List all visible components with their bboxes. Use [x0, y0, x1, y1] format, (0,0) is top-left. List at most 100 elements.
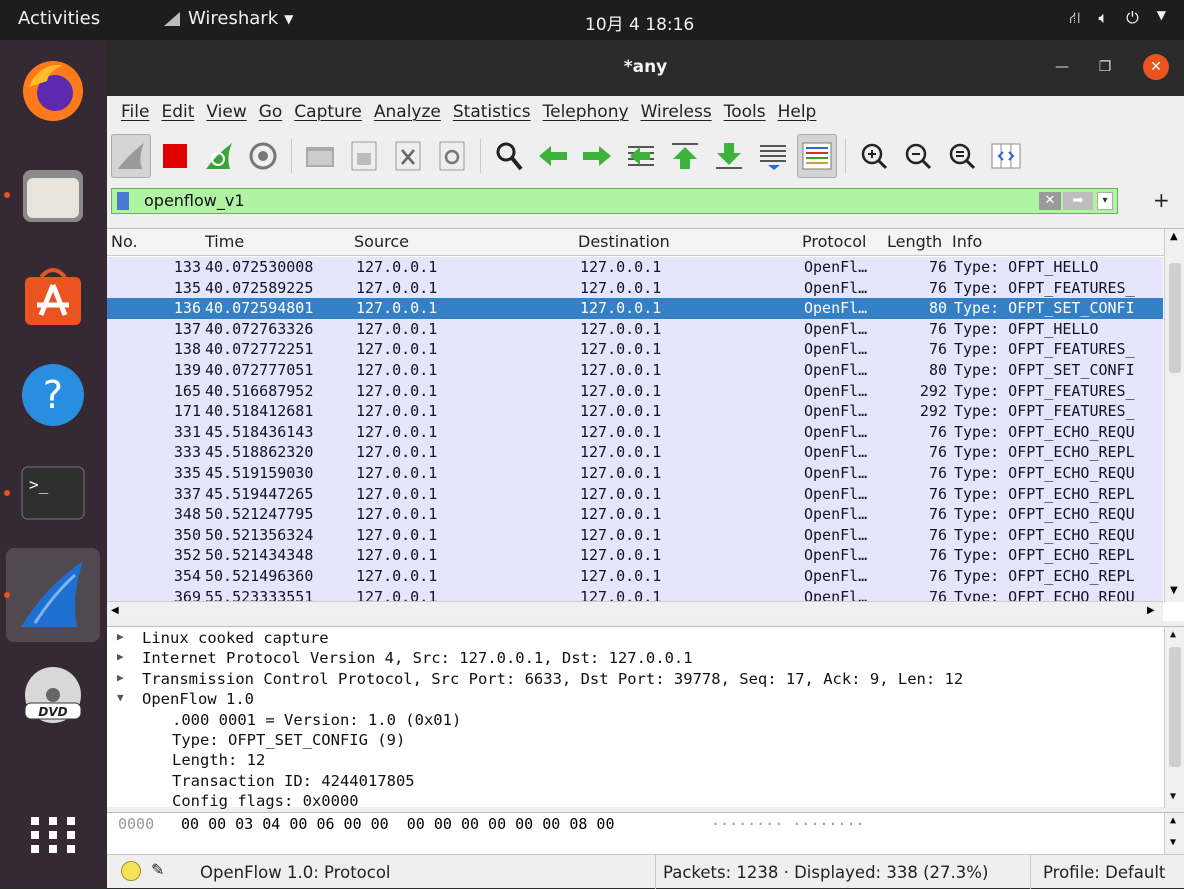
packet-row[interactable]: 137 40.072763326 127.0.0.1 127.0.0.1 OpenFl……	[107, 318, 1163, 340]
display-filter-input[interactable]: openflow_v1 ✕ ➡ ▾	[111, 188, 1118, 214]
scroll-up-icon[interactable]: ▲	[1170, 231, 1178, 242]
packet-row[interactable]: 139 40.072777051 127.0.0.1 127.0.0.1 OpenFl……	[107, 360, 1163, 381]
column-header-length[interactable]: Length	[887, 232, 949, 251]
packet-row[interactable]: 136 40.072594801 127.0.0.1 127.0.0.1 OpenFl……	[107, 298, 1163, 320]
packet-row[interactable]: 135 40.072589225 127.0.0.1 127.0.0.1 OpenFl……	[107, 277, 1163, 299]
status-profile[interactable]: Profile: Default	[1043, 863, 1165, 882]
colorize-button[interactable]	[797, 134, 837, 178]
scroll-right-icon[interactable]: ▶	[1147, 605, 1155, 616]
scroll-down-icon[interactable]: ▼	[1170, 837, 1176, 848]
close-button[interactable]: ✕	[1143, 54, 1169, 80]
files-launcher[interactable]	[4, 148, 100, 242]
packet-row[interactable]: 138 40.072772251 127.0.0.1 127.0.0.1 OpenFl……	[107, 339, 1163, 361]
first-packet-button[interactable]	[665, 134, 705, 178]
wireshark-launcher[interactable]	[4, 548, 100, 642]
firefox-launcher[interactable]	[6, 44, 100, 138]
minimize-button[interactable]: —	[1049, 54, 1075, 80]
column-header-destination[interactable]: Destination	[578, 232, 670, 251]
add-filter-button[interactable]: +	[1153, 188, 1170, 212]
show-applications-button[interactable]	[6, 788, 100, 882]
apply-filter-icon[interactable]: ➡	[1063, 192, 1093, 210]
collapsed-arrow-icon[interactable]: ▶	[117, 671, 124, 684]
packet-row[interactable]: 171 40.518412681 127.0.0.1 127.0.0.1 OpenFl……	[107, 401, 1163, 423]
menu-wireless[interactable]: Wireless	[635, 102, 718, 122]
menu-help[interactable]: Help	[772, 102, 823, 122]
last-packet-button[interactable]	[709, 134, 749, 178]
packet-bytes[interactable]: 0000 00 00 03 04 00 06 00 00 00 00 00 00…	[107, 812, 1184, 855]
packet-row[interactable]: 335 45.519159030 127.0.0.1 127.0.0.1 OpenFl……	[107, 463, 1163, 484]
system-tray[interactable]: ⛙ 🔈︎ ⏻ ▼	[1069, 8, 1166, 29]
packet-row[interactable]: 354 50.521496360 127.0.0.1 127.0.0.1 OpenFl……	[107, 566, 1163, 587]
collapsed-arrow-icon[interactable]: ▶	[117, 630, 124, 643]
column-header-time[interactable]: Time	[205, 232, 244, 251]
restart-capture-button[interactable]	[199, 134, 239, 178]
go-back-button[interactable]	[533, 134, 573, 178]
column-header-source[interactable]: Source	[354, 232, 409, 251]
packet-row[interactable]: 350 50.521356324 127.0.0.1 127.0.0.1 OpenFl……	[107, 524, 1163, 546]
start-capture-button[interactable]	[111, 134, 151, 178]
close-file-button[interactable]	[388, 134, 428, 178]
scroll-up-icon[interactable]: ▲	[1170, 629, 1176, 640]
zoom-in-button[interactable]	[854, 134, 894, 178]
software-launcher[interactable]	[6, 250, 100, 344]
menu-analyze[interactable]: Analyze	[368, 102, 447, 122]
hex-bytes[interactable]: 00 00 03 04 00 06 00 00 00 00 00 00 00 0…	[181, 815, 614, 833]
save-file-button[interactable]	[344, 134, 384, 178]
menu-view[interactable]: View	[200, 102, 252, 122]
packet-details-scrollbar[interactable]: ▲ ▼	[1164, 627, 1184, 808]
packet-row[interactable]: 348 50.521247795 127.0.0.1 127.0.0.1 OpenFl……	[107, 504, 1163, 526]
capture-options-button[interactable]	[243, 134, 283, 178]
scroll-up-icon[interactable]: ▲	[1170, 815, 1176, 826]
scrollbar-thumb[interactable]	[1169, 647, 1181, 767]
packet-list-horizontal-scrollbar[interactable]: ◀ ▶	[107, 601, 1163, 621]
title-bar[interactable]: *any — ❐ ✕	[107, 40, 1184, 96]
scrollbar-thumb[interactable]	[1169, 263, 1181, 373]
column-header-info[interactable]: Info	[952, 232, 982, 251]
packet-list-vertical-scrollbar[interactable]: ▲ ▼	[1164, 229, 1184, 602]
packet-row[interactable]: 331 45.518436143 127.0.0.1 127.0.0.1 OpenFl……	[107, 421, 1163, 443]
zoom-out-button[interactable]	[898, 134, 938, 178]
find-packet-button[interactable]	[489, 134, 529, 178]
go-to-packet-button[interactable]	[621, 134, 661, 178]
hex-ascii[interactable]: ········ ········	[711, 815, 865, 833]
packet-row[interactable]: 133 40.072530008 127.0.0.1 127.0.0.1 OpenFl……	[107, 257, 1163, 278]
packet-list[interactable]: No. Time Source Destination Protocol Len…	[107, 228, 1184, 621]
terminal-launcher[interactable]: >_	[4, 446, 100, 540]
column-header-no[interactable]: No.	[111, 232, 138, 251]
resize-columns-button[interactable]	[986, 134, 1026, 178]
packet-bytes-scrollbar[interactable]: ▲ ▼	[1164, 813, 1184, 855]
packet-row[interactable]: 333 45.518862320 127.0.0.1 127.0.0.1 OpenFl……	[107, 442, 1163, 464]
open-file-button[interactable]	[300, 134, 340, 178]
packet-row[interactable]: 165 40.516687952 127.0.0.1 127.0.0.1 OpenFl……	[107, 380, 1163, 402]
expert-info-icon[interactable]	[121, 861, 141, 881]
menu-statistics[interactable]: Statistics	[447, 102, 537, 122]
scroll-left-icon[interactable]: ◀	[111, 605, 119, 616]
packet-details[interactable]: ▶ Linux cooked capture ▶ Internet Protocol …	[107, 626, 1184, 810]
expanded-arrow-icon[interactable]: ▼	[117, 691, 124, 704]
menu-go[interactable]: Go	[253, 102, 289, 122]
menu-file[interactable]: File	[115, 102, 155, 122]
menu-telephony[interactable]: Telephony	[537, 102, 635, 122]
capture-comment-icon[interactable]: ✎	[151, 860, 164, 879]
activities-button[interactable]: Activities	[18, 8, 100, 29]
clear-filter-icon[interactable]: ✕	[1039, 192, 1061, 210]
app-menu[interactable]: Wireshark ▼	[162, 8, 293, 29]
clock[interactable]: 10月 4 18:16	[585, 10, 694, 35]
scroll-down-icon[interactable]: ▼	[1170, 585, 1178, 596]
go-forward-button[interactable]	[577, 134, 617, 178]
normal-size-button[interactable]	[942, 134, 982, 178]
filter-history-dropdown[interactable]: ▾	[1097, 192, 1113, 210]
bookmark-icon[interactable]	[117, 192, 129, 210]
help-launcher[interactable]: ?	[6, 348, 100, 442]
reload-file-button[interactable]	[432, 134, 472, 178]
maximize-button[interactable]: ❐	[1092, 54, 1118, 80]
autoscroll-button[interactable]	[753, 134, 793, 178]
menu-capture[interactable]: Capture	[288, 102, 368, 122]
column-header-protocol[interactable]: Protocol	[802, 232, 866, 251]
menu-tools[interactable]: Tools	[718, 102, 772, 122]
scroll-down-icon[interactable]: ▼	[1170, 791, 1176, 802]
stop-capture-button[interactable]	[155, 134, 195, 178]
collapsed-arrow-icon[interactable]: ▶	[117, 650, 124, 663]
menu-edit[interactable]: Edit	[155, 102, 200, 122]
packet-row[interactable]: 337 45.519447265 127.0.0.1 127.0.0.1 OpenFl……	[107, 483, 1163, 505]
